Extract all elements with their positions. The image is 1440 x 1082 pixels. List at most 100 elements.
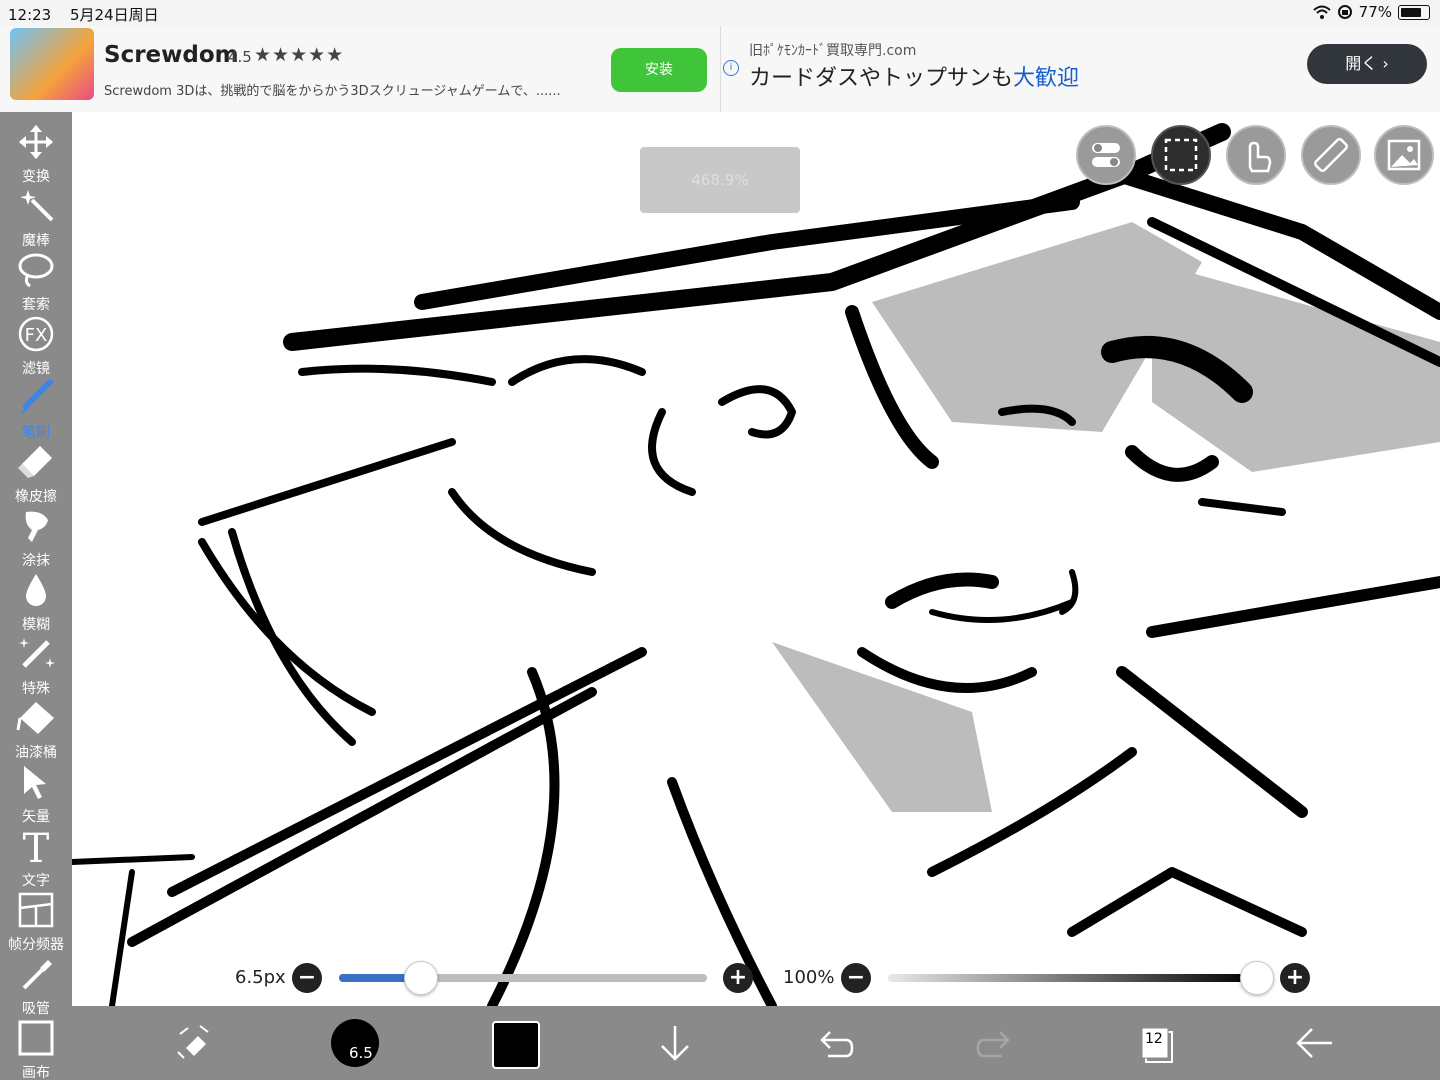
undo-button[interactable]	[810, 1018, 860, 1068]
toggle-switches-icon	[1092, 143, 1120, 167]
opacity-minus-button[interactable]: −	[841, 963, 871, 993]
brush-size-minus-button[interactable]: −	[292, 963, 322, 993]
clock: 12:23	[8, 6, 52, 24]
arrow-down-icon	[661, 1026, 689, 1061]
arrow-left-icon	[1296, 1028, 1332, 1058]
tool-label: 文字	[22, 873, 50, 889]
smudge-icon	[25, 511, 48, 542]
special-pen-icon	[19, 638, 55, 668]
tool-label: 套索	[22, 297, 50, 313]
swap-brush-eraser-icon	[177, 1025, 209, 1059]
blur-drop-icon	[26, 574, 46, 606]
tool-eraser[interactable]: 橡皮擦	[0, 440, 72, 505]
eyedropper-icon	[22, 960, 52, 990]
tool-sidebar: 变换 魔棒 套索 FX 滤镜 笔刷 橡皮擦 涂抹 模糊 特殊 油漆桶 矢量 T	[0, 112, 72, 1081]
redo-button[interactable]	[970, 1018, 1020, 1068]
tool-label: 油漆桶	[15, 745, 57, 761]
tool-label: 模糊	[22, 617, 50, 633]
brush-icon	[20, 380, 53, 414]
brush-size-plus-button[interactable]: +	[723, 963, 753, 993]
tool-special[interactable]: 特殊	[0, 632, 72, 697]
zoom-indicator: 468.9%	[640, 147, 800, 213]
battery-percent: 77%	[1358, 3, 1392, 21]
eraser-icon	[18, 446, 52, 478]
sketch-artwork	[72, 123, 1440, 1006]
install-button[interactable]: 安装	[611, 48, 707, 92]
rating-stars: ★★★★★	[254, 44, 345, 66]
bottom-toolbar: 6.5 12	[72, 1006, 1440, 1080]
frame-divider-icon	[18, 892, 54, 928]
tool-label: 特殊	[22, 681, 50, 697]
status-right: 77%	[1312, 3, 1430, 21]
ruler-icon	[1314, 138, 1348, 172]
opacity-plus-button[interactable]: +	[1280, 963, 1310, 993]
tool-magic-wand[interactable]: 魔棒	[0, 184, 72, 249]
brush-size-knob[interactable]	[403, 961, 438, 995]
app-thumbnail[interactable]	[10, 28, 94, 100]
tool-label: 橡皮擦	[15, 489, 57, 505]
opacity-slider[interactable]	[888, 974, 1256, 982]
move-down-button[interactable]	[650, 1018, 700, 1068]
tool-vector[interactable]: 矢量	[0, 760, 72, 825]
ad-headline: カードダスやトップサンも大歓迎	[749, 60, 1079, 92]
status-time: 12:23 5月24日周日	[8, 4, 159, 25]
text-icon: T	[23, 828, 50, 864]
app-name: Screwdom	[104, 42, 239, 68]
tool-label: 滤镜	[22, 361, 50, 377]
date: 5月24日周日	[70, 6, 159, 24]
brush-size-label: 6.5px	[235, 967, 286, 988]
paint-bucket-icon	[16, 702, 54, 734]
brush-size-preview-button[interactable]: 6.5	[330, 1018, 380, 1068]
status-bar: 12:23 5月24日周日 77%	[0, 0, 1440, 26]
ad-domain: 旧ﾎﾟｹﾓﾝｶｰﾄﾞ買取専門.com	[749, 43, 917, 59]
headline-text: カードダスやトップサンも	[749, 66, 1014, 91]
selection-button[interactable]	[1151, 125, 1211, 185]
layers-button[interactable]: 12	[1130, 1018, 1180, 1068]
tool-eyedropper[interactable]: 吸管	[0, 952, 72, 1017]
vector-arrow-icon	[24, 766, 46, 799]
tool-frame-divider[interactable]: 帧分频器	[0, 888, 72, 953]
tool-filter[interactable]: FX 滤镜	[0, 312, 72, 377]
color-swatch-button[interactable]	[492, 1021, 540, 1069]
move-icon	[19, 125, 53, 159]
image-material-icon	[1387, 139, 1421, 171]
info-icon[interactable]: i	[723, 60, 739, 76]
opacity-knob[interactable]	[1240, 961, 1274, 995]
wifi-icon	[1312, 5, 1331, 19]
rotation-lock-icon	[1337, 5, 1352, 19]
tool-text[interactable]: T 文字	[0, 824, 72, 889]
touch-gesture-button[interactable]	[1226, 125, 1286, 185]
tool-blur[interactable]: 模糊	[0, 568, 72, 633]
canvas-icon	[18, 1020, 54, 1056]
tool-label: 矢量	[22, 809, 50, 825]
back-button[interactable]	[1290, 1018, 1340, 1068]
drawing-canvas[interactable]: 468.9%	[72, 112, 1440, 1006]
tool-lasso[interactable]: 套索	[0, 248, 72, 313]
tool-canvas[interactable]: 画布	[0, 1016, 72, 1081]
tool-smudge[interactable]: 涂抹	[0, 504, 72, 569]
tool-label: 吸管	[22, 1001, 50, 1017]
tool-label: 涂抹	[22, 553, 50, 569]
tool-brush[interactable]: 笔刷	[0, 376, 72, 441]
open-button[interactable]: 開く ›	[1307, 44, 1427, 84]
opacity-label: 100%	[783, 967, 835, 988]
tool-label: 魔棒	[22, 233, 50, 249]
redo-icon	[976, 1031, 1010, 1058]
app-ad[interactable]: Screwdom 4.5 ★★★★★ Screwdom 3Dは、挑戦的で脳をから…	[0, 26, 720, 112]
material-button[interactable]	[1374, 125, 1434, 185]
layer-toggle-button[interactable]	[1076, 125, 1136, 185]
brush-eraser-switch-button[interactable]	[170, 1018, 220, 1068]
selection-marquee-icon	[1164, 138, 1198, 172]
text-ad[interactable]: i 旧ﾎﾟｹﾓﾝｶｰﾄﾞ買取専門.com カードダスやトップサンも大歓迎 開く …	[720, 26, 1440, 112]
battery-icon	[1398, 4, 1430, 20]
headline-highlight: 大歓迎	[1013, 66, 1080, 91]
tool-transform[interactable]: 变换	[0, 120, 72, 185]
fx-icon: FX	[18, 316, 54, 352]
ad-banner: Screwdom 4.5 ★★★★★ Screwdom 3Dは、挑戦的で脳をから…	[0, 26, 1440, 114]
tool-label: 画布	[22, 1065, 50, 1081]
svg-text:FX: FX	[25, 325, 48, 346]
brush-size-slider[interactable]	[339, 974, 707, 982]
ruler-button[interactable]	[1301, 125, 1361, 185]
tool-bucket[interactable]: 油漆桶	[0, 696, 72, 761]
tool-label: 变换	[22, 169, 50, 185]
